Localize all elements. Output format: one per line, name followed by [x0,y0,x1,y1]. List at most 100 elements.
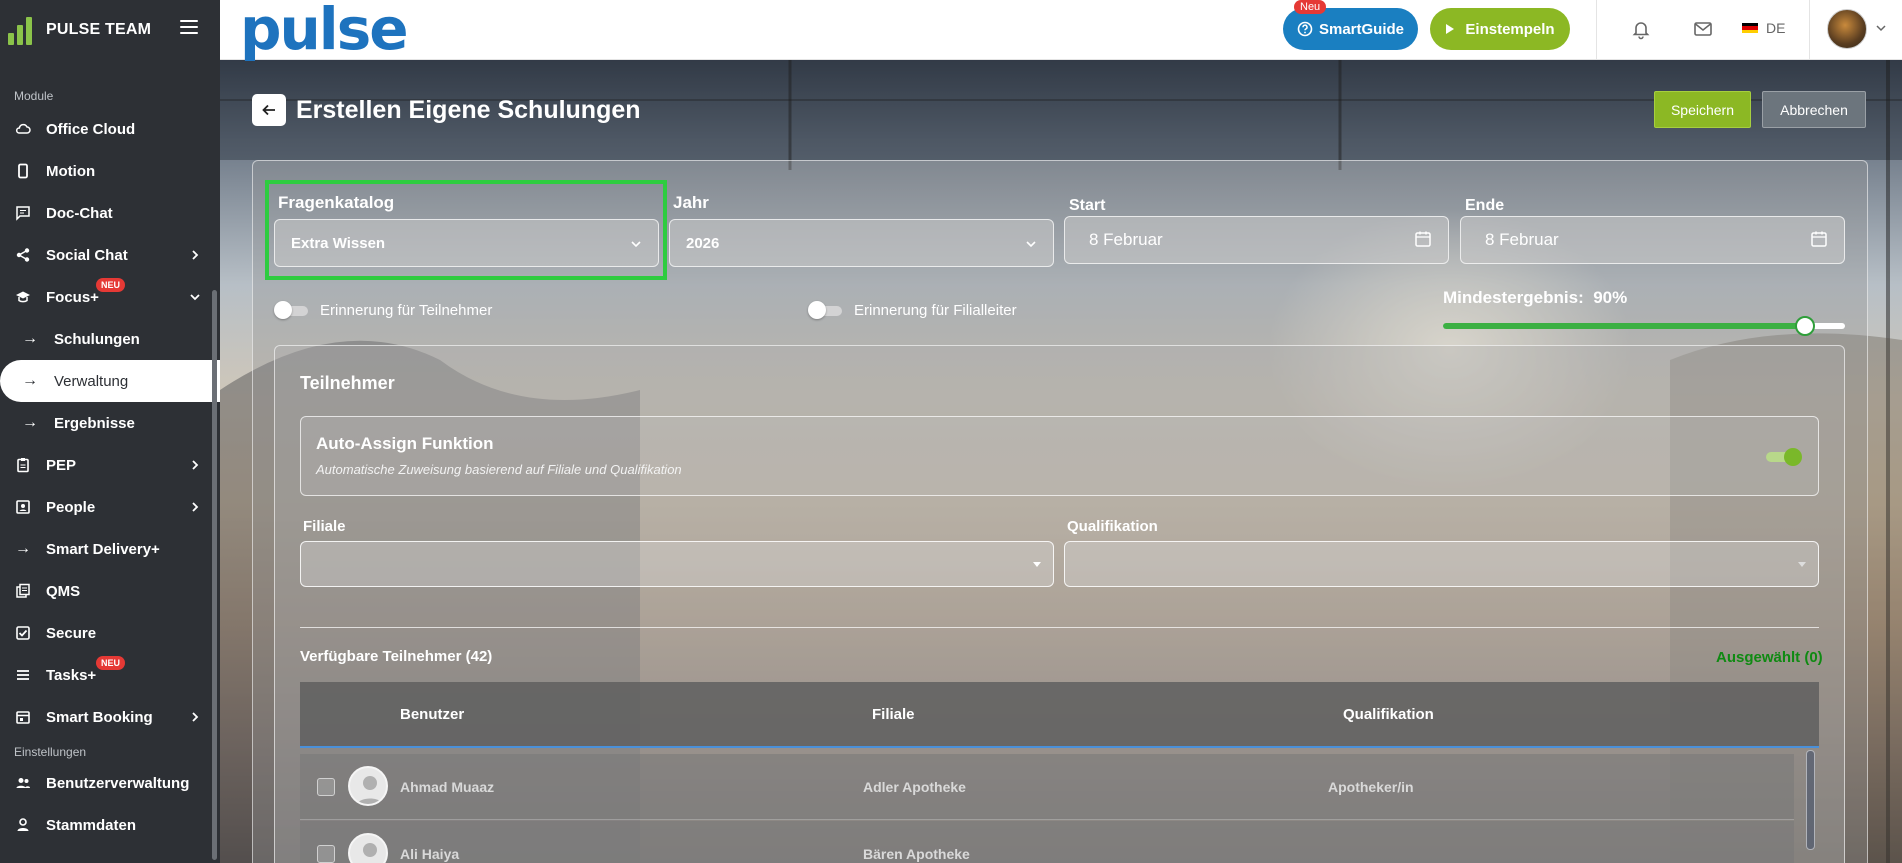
sidebar-item-people[interactable]: People [0,486,220,528]
participants-title: Teilnehmer [300,373,395,393]
caret-down-icon [1033,562,1041,567]
page-title: Erstellen Eigene Schulungen [296,96,641,124]
min-result-label: Mindestergebnis: 90% [1443,288,1628,307]
sidebar-item-label: Schulungen [54,330,140,348]
user-avatar [348,766,388,806]
table-row[interactable]: Ahmad Muaaz Adler Apotheke Apotheker/in [300,754,1794,820]
clock-in-label: Einstempeln [1465,20,1555,38]
pulse-logo[interactable]: pulse [240,0,409,58]
min-result-slider[interactable] [1443,316,1845,336]
sidebar-item-label: QMS [46,582,81,600]
sidebar-item-doc-chat[interactable]: Doc-Chat [0,192,220,234]
qualifikation-select[interactable] [1064,541,1819,587]
sidebar-item-pep[interactable]: PEP [0,444,220,486]
sidebar-item-label: PEP [46,456,77,474]
smartguide-button[interactable]: SmartGuide [1283,8,1418,50]
user-avatar[interactable] [1827,9,1867,49]
sidebar-item-secure[interactable]: Secure [0,612,220,654]
filiale-select[interactable] [300,541,1054,587]
start-label: Start [1069,197,1106,214]
cancel-button[interactable]: Abbrechen [1762,91,1866,128]
jahr-select[interactable]: 2026 [669,219,1054,267]
sidebar-item-smart-delivery[interactable]: → Smart Delivery+ [0,528,220,570]
chevron-right-icon [192,460,199,470]
save-button[interactable]: Speichern [1654,91,1751,128]
jahr-value: 2026 [686,234,720,252]
row-checkbox[interactable] [317,778,335,796]
sidebar-item-label: Tasks+ [46,666,97,684]
sidebar-item-label: Social Chat [46,246,128,264]
sidebar-item-label: Office Cloud [46,120,136,138]
auto-assign-toggle[interactable] [1766,448,1802,466]
slider-handle[interactable] [1794,316,1815,336]
sidebar-item-smart-booking[interactable]: Smart Booking [0,696,220,738]
ende-label: Ende [1465,197,1505,214]
column-header-branch[interactable]: Filiale [872,706,915,723]
calendar-icon[interactable] [1414,230,1432,248]
start-date-input[interactable]: 8 Februar [1064,216,1449,264]
chevron-down-icon [1026,241,1036,248]
sidebar-item-label: Smart Delivery+ [46,540,160,558]
divider [1596,0,1597,60]
clock-in-button[interactable]: Einstempeln [1430,8,1570,50]
reminder-participants-toggle[interactable] [274,301,310,319]
id-card-icon [14,498,32,516]
section-label-modules: Module [14,89,54,103]
bell-icon[interactable] [1630,18,1652,40]
participants-table: Benutzer Filiale Qualifikation Ahmad Mua… [300,682,1819,863]
play-icon [1446,24,1455,34]
sidebar-item-social-chat[interactable]: Social Chat [0,234,220,276]
menu-toggle-icon[interactable] [180,20,198,34]
sidebar-item-tasks[interactable]: Tasks+ NEU [0,654,220,696]
sidebar-item-label: Ergebnisse [54,414,135,432]
column-header-user[interactable]: Benutzer [400,706,464,723]
table-row[interactable]: Ali Haiya Bären Apotheke [300,821,1794,863]
sidebar-item-verwaltung[interactable]: → Verwaltung [0,360,220,402]
german-flag-icon [1742,23,1758,33]
chat-icon [14,204,32,222]
user-name: Ahmad Muaaz [400,779,495,795]
table-scrollbar[interactable] [1806,750,1815,850]
sidebar-item-qms[interactable]: QMS [0,570,220,612]
cloud-icon [14,120,32,138]
top-bar: pulse Neu SmartGuide Einstempeln DE [220,0,1902,60]
user-icon [14,816,32,834]
sidebar-item-ergebnisse[interactable]: → Ergebnisse [0,402,220,444]
help-circle-icon [1297,21,1313,37]
user-qualification: Apotheker/in [1328,779,1414,795]
sidebar-item-label: Secure [46,624,97,642]
selected-count[interactable]: Ausgewählt (0) [1716,649,1823,666]
sidebar-item-schulungen[interactable]: → Schulungen [0,318,220,360]
sidebar-item-office-cloud[interactable]: Office Cloud [0,108,220,150]
reminder-branch-manager-toggle[interactable] [808,301,844,319]
filiale-label: Filiale [303,518,346,535]
calendar-icon[interactable] [1810,230,1828,248]
chevron-down-icon[interactable] [1875,22,1887,34]
divider [1809,0,1810,60]
sidebar-scrollbar[interactable] [212,290,217,860]
sidebar: PULSE TEAM Module Office Cloud Motion Do… [0,0,220,863]
sidebar-item-focus[interactable]: Focus+ NEU [0,276,220,318]
sidebar-item-label: Doc-Chat [46,204,113,222]
sidebar-item-stammdaten[interactable]: Stammdaten [0,804,220,846]
chevron-right-icon [192,250,199,260]
sidebar-item-motion[interactable]: Motion [0,150,220,192]
pulse-team-logo-icon [8,15,38,45]
auto-assign-description: Automatische Zuweisung basierend auf Fil… [316,462,682,477]
sidebar-item-benutzerverwaltung[interactable]: Benutzerverwaltung [0,762,220,804]
mail-icon[interactable] [1692,18,1714,40]
fragenkatalog-select[interactable]: Extra Wissen [274,219,659,267]
caret-down-icon [1798,562,1806,567]
end-date-input[interactable]: 8 Februar [1460,216,1845,264]
language-selector[interactable]: DE [1742,20,1785,36]
reminder-participants-label: Erinnerung für Teilnehmer [320,302,493,319]
section-label-settings: Einstellungen [14,745,87,759]
back-button[interactable] [252,94,286,126]
column-header-qualification[interactable]: Qualifikation [1343,706,1434,723]
qualifikation-label: Qualifikation [1067,518,1158,535]
calendar-icon [14,708,32,726]
auto-assign-title: Auto-Assign Funktion [316,434,494,453]
row-checkbox[interactable] [317,845,335,863]
chevron-down-icon [190,294,200,301]
sidebar-item-label: Verwaltung [54,372,129,390]
